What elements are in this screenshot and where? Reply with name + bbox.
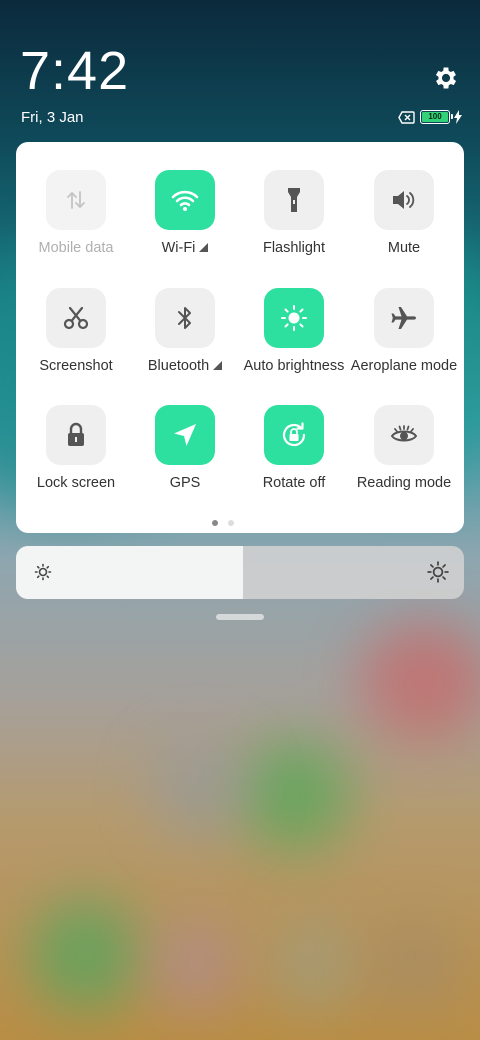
tile-label-text: Mobile data bbox=[38, 240, 114, 256]
tile-bluetooth[interactable]: Bluetooth bbox=[130, 288, 240, 398]
tile-label-text: Aeroplane mode bbox=[350, 358, 458, 374]
tile-label-text: Reading mode bbox=[356, 475, 452, 491]
lock-icon bbox=[65, 421, 87, 449]
tile-button[interactable] bbox=[374, 170, 434, 230]
tile-button[interactable] bbox=[374, 288, 434, 348]
tile-button[interactable] bbox=[46, 405, 106, 465]
charging-icon bbox=[454, 110, 462, 124]
tile-mute[interactable]: Mute bbox=[349, 170, 459, 280]
tile-label-text: Auto brightness bbox=[243, 358, 345, 374]
tile-label-text: Screenshot bbox=[39, 358, 113, 374]
scissors-icon bbox=[62, 304, 90, 332]
quick-settings-panel: Mobile data Wi-Fi Flashlight Mute Screenshot… bbox=[16, 142, 464, 533]
tile-reading-mode[interactable]: Reading mode bbox=[349, 405, 459, 515]
tile-label-text: Wi-Fi bbox=[161, 240, 196, 256]
rotation-lock-icon bbox=[279, 420, 309, 450]
brightness-low-icon bbox=[34, 563, 52, 581]
tile-button[interactable] bbox=[46, 170, 106, 230]
mobile-data-icon bbox=[65, 188, 87, 212]
status-header: 7:42 Fri, 3 Jan 100 bbox=[0, 0, 480, 140]
auto-brightness-icon bbox=[280, 304, 308, 332]
expand-triangle-icon[interactable] bbox=[199, 243, 209, 252]
date[interactable]: Fri, 3 Jan bbox=[21, 109, 84, 126]
tile-aeroplane-mode[interactable]: Aeroplane mode bbox=[349, 288, 459, 398]
tile-wi-fi[interactable]: Wi-Fi bbox=[130, 170, 240, 280]
tile-label-text: GPS bbox=[169, 475, 201, 491]
tile-mobile-data[interactable]: Mobile data bbox=[21, 170, 131, 280]
tile-button[interactable] bbox=[374, 405, 434, 465]
wifi-icon bbox=[171, 188, 199, 212]
tile-auto-brightness[interactable]: Auto brightness bbox=[239, 288, 349, 398]
tile-label: Mute bbox=[339, 240, 469, 256]
page-dot-active[interactable] bbox=[212, 520, 218, 526]
clock[interactable]: 7:42 bbox=[20, 40, 129, 102]
tile-screenshot[interactable]: Screenshot bbox=[21, 288, 131, 398]
bluetooth-icon bbox=[175, 304, 195, 332]
no-sim-icon bbox=[398, 111, 415, 124]
tile-label-text: Mute bbox=[387, 240, 421, 256]
tile-button[interactable] bbox=[264, 405, 324, 465]
tile-label: Reading mode bbox=[339, 475, 469, 491]
tile-flashlight[interactable]: Flashlight bbox=[239, 170, 349, 280]
tile-rotate-off[interactable]: Rotate off bbox=[239, 405, 349, 515]
tile-label-text: Flashlight bbox=[262, 240, 326, 256]
settings-icon[interactable] bbox=[432, 64, 460, 92]
volume-icon bbox=[390, 188, 418, 212]
airplane-icon bbox=[390, 304, 418, 332]
tile-button[interactable] bbox=[264, 288, 324, 348]
tile-lock-screen[interactable]: Lock screen bbox=[21, 405, 131, 515]
tile-label-text: Lock screen bbox=[36, 475, 116, 491]
flashlight-icon bbox=[283, 186, 305, 214]
tile-button[interactable] bbox=[155, 405, 215, 465]
battery-icon: 100 bbox=[420, 110, 453, 124]
drag-handle[interactable] bbox=[216, 614, 264, 620]
page-dot[interactable] bbox=[228, 520, 234, 526]
brightness-slider[interactable] bbox=[16, 546, 464, 599]
tile-button[interactable] bbox=[264, 170, 324, 230]
location-arrow-icon bbox=[171, 421, 199, 449]
tile-button[interactable] bbox=[155, 288, 215, 348]
tile-button[interactable] bbox=[46, 288, 106, 348]
tile-gps[interactable]: GPS bbox=[130, 405, 240, 515]
tile-button[interactable] bbox=[155, 170, 215, 230]
battery-level: 100 bbox=[422, 112, 448, 122]
eye-icon bbox=[390, 423, 418, 447]
expand-triangle-icon[interactable] bbox=[213, 361, 223, 370]
tile-label-text: Rotate off bbox=[262, 475, 326, 491]
tile-label-text: Bluetooth bbox=[147, 358, 210, 374]
tile-label: Aeroplane mode bbox=[339, 358, 469, 374]
brightness-high-icon bbox=[427, 561, 449, 583]
